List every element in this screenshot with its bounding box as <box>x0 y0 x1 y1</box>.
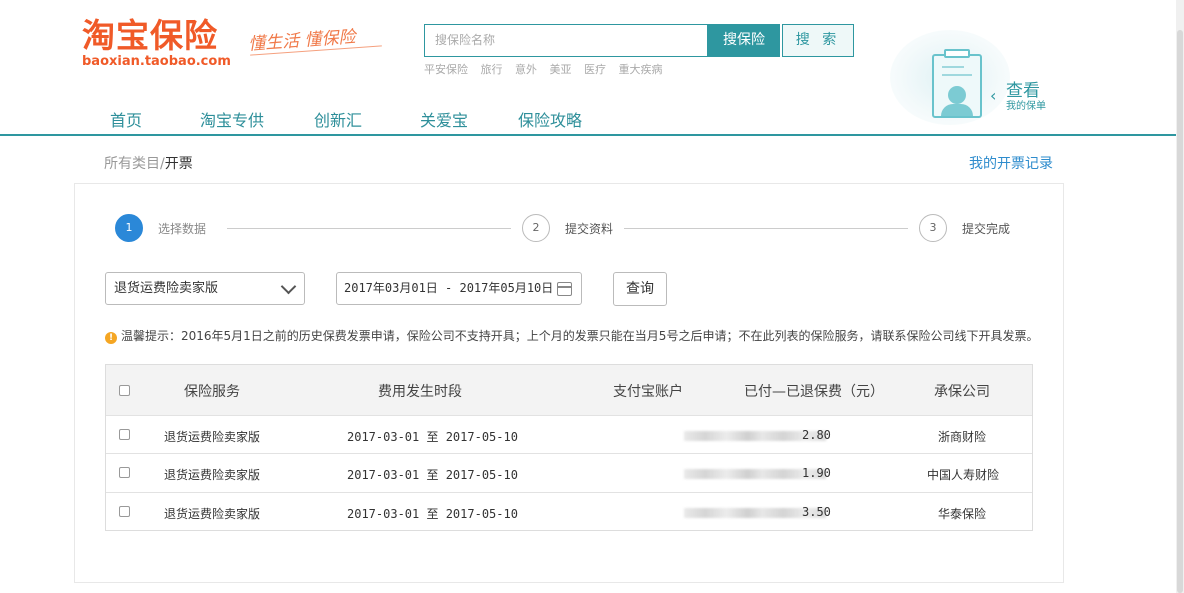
row-amount: 3.50 <box>802 505 831 519</box>
row-checkbox[interactable] <box>119 429 130 440</box>
tip-text: 温馨提示：2016年5月1日之前的历史保费发票申请，保险公司不支持开具；上个月的… <box>121 329 1039 343</box>
row-service: 退货运费险卖家版 <box>164 468 261 482</box>
hot-word[interactable]: 美亚 <box>550 63 572 76</box>
invoice-records-link[interactable]: 我的开票记录 <box>969 153 1053 173</box>
hot-word[interactable]: 医疗 <box>584 63 606 76</box>
row-company: 中国人寿财险 <box>927 468 1000 482</box>
table-row: 退货运费险卖家版 2017-03-01 至 2017-05-10 3.50 华泰… <box>106 492 1032 530</box>
warning-icon: ! <box>105 332 117 344</box>
row-period: 2017-03-01 至 2017-05-10 <box>347 507 518 521</box>
clipboard-clip-icon <box>944 49 970 58</box>
nav-item-guide[interactable]: 保险攻略 <box>518 107 582 131</box>
search-insurance-button[interactable]: 搜保险 <box>708 24 780 57</box>
table-header: 保险服务 费用发生时段 支付宝账户 已付—已退保费（元） 承保公司 <box>106 365 1032 415</box>
warm-tip: ! 温馨提示：2016年5月1日之前的历史保费发票申请，保险公司不支持开具；上个月… <box>105 327 1038 344</box>
main-nav: 首页 淘宝专供 创新汇 关爱宝 保险攻略 <box>0 104 1176 136</box>
calendar-icon[interactable] <box>557 282 572 296</box>
site-logo[interactable]: 淘宝保险 baoxian.taobao.com <box>82 16 231 70</box>
invoice-table: 保险服务 费用发生时段 支付宝账户 已付—已退保费（元） 承保公司 退货运费险卖… <box>105 364 1033 531</box>
nav-item-innovation[interactable]: 创新汇 <box>314 107 362 131</box>
row-checkbox[interactable] <box>119 506 130 517</box>
breadcrumb-parent[interactable]: 所有类目 <box>104 156 160 172</box>
row-amount: 2.80 <box>802 428 831 442</box>
header-company: 承保公司 <box>934 384 990 400</box>
nav-item-home[interactable]: 首页 <box>110 107 142 131</box>
row-service: 退货运费险卖家版 <box>164 507 261 521</box>
search-input[interactable]: 搜保险名称 <box>424 24 708 57</box>
service-select-value: 退货运费险卖家版 <box>114 281 219 296</box>
hot-word[interactable]: 旅行 <box>481 63 503 76</box>
date-range-value: 2017年03月01日 - 2017年05月10日 <box>344 281 554 295</box>
step-2-circle: 2 <box>522 214 550 242</box>
query-button[interactable]: 查询 <box>613 272 667 306</box>
hot-word[interactable]: 重大疾病 <box>619 63 663 76</box>
logo-url: baoxian.taobao.com <box>82 54 231 69</box>
header-service: 保险服务 <box>184 384 240 400</box>
step-2-label: 提交资料 <box>565 222 614 236</box>
slogan: 懂生活 懂保险 <box>247 27 357 55</box>
row-service: 退货运费险卖家版 <box>164 430 261 444</box>
table-row: 退货运费险卖家版 2017-03-01 至 2017-05-10 1.90 中国… <box>106 453 1032 491</box>
user-avatar-icon <box>948 86 966 104</box>
nav-item-taobao-exclusive[interactable]: 淘宝专供 <box>200 107 264 131</box>
service-select[interactable]: 退货运费险卖家版 <box>105 272 305 305</box>
hot-search-words: 平安保险 旅行 意外 美亚 医疗 重大疾病 <box>424 61 672 77</box>
step-connector <box>624 228 908 229</box>
select-all-checkbox[interactable] <box>119 385 130 396</box>
step-3-circle: 3 <box>919 214 947 242</box>
page-scrollbar[interactable] <box>1176 0 1184 593</box>
step-1-label: 选择数据 <box>158 222 207 236</box>
step-1-circle: 1 <box>115 214 143 242</box>
chevron-left-icon: ‹ <box>990 86 997 105</box>
header-period: 费用发生时段 <box>378 384 462 400</box>
header-amount: 已付—已退保费（元） <box>744 384 884 400</box>
hot-word[interactable]: 平安保险 <box>424 63 468 76</box>
breadcrumb: 所有类目/开票 <box>104 153 193 173</box>
nav-item-guanaibao[interactable]: 关爱宝 <box>420 107 468 131</box>
step-3-label: 提交完成 <box>962 222 1011 236</box>
document-line <box>942 74 972 76</box>
row-company: 浙商财险 <box>938 430 987 444</box>
logo-text: 淘宝保险 <box>82 16 218 55</box>
search-button[interactable]: 搜 索 <box>782 24 854 57</box>
row-company: 华泰保险 <box>938 507 987 521</box>
step-connector <box>227 228 511 229</box>
hot-word[interactable]: 意外 <box>515 63 537 76</box>
document-line <box>942 66 964 68</box>
row-period: 2017-03-01 至 2017-05-10 <box>347 468 518 482</box>
chevron-down-icon <box>280 278 297 295</box>
breadcrumb-current: 开票 <box>164 156 193 172</box>
header-account: 支付宝账户 <box>613 384 683 400</box>
row-amount: 1.90 <box>802 466 831 480</box>
row-period: 2017-03-01 至 2017-05-10 <box>347 430 518 444</box>
table-row: 退货运费险卖家版 2017-03-01 至 2017-05-10 2.80 浙商… <box>106 415 1032 453</box>
row-checkbox[interactable] <box>119 467 130 478</box>
scrollbar-thumb[interactable] <box>1177 30 1183 593</box>
date-range-picker[interactable]: 2017年03月01日 - 2017年05月10日 <box>336 272 582 305</box>
